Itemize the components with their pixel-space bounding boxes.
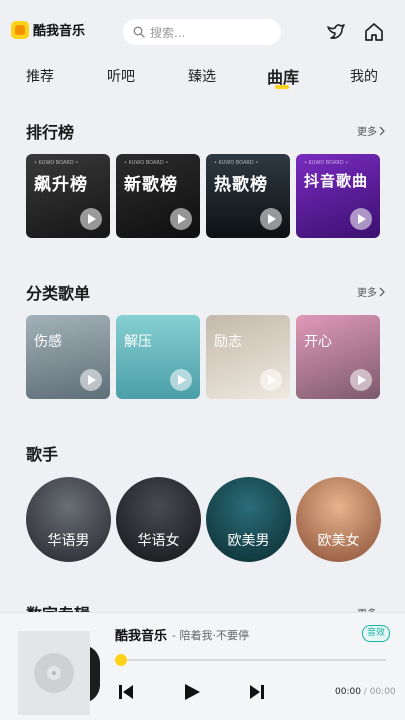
category-card-label: 伤感 [34,334,62,350]
card-brand: • KUWO BOARD • [124,160,169,166]
disc-placeholder-icon [34,653,74,693]
app-name: 酷我音乐 [33,24,86,39]
card-brand: • KUWO BOARD • [304,160,349,166]
singer-category-label: 华语男 [47,533,90,549]
categories-more-link[interactable]: 更多 [357,284,386,299]
card-brand: • KUWO BOARD • [34,160,79,166]
charts-more-link[interactable]: 更多 [357,123,386,138]
tab-recommend[interactable]: 推荐 [26,66,54,86]
chart-card-label: 抖音歌曲 [304,172,369,190]
search-placeholder: 搜索... [150,25,186,40]
home-icon[interactable] [363,21,385,43]
top-bar: 酷我音乐 搜索... [0,0,405,62]
chart-card-douyin[interactable]: • KUWO BOARD • 抖音歌曲 [296,154,380,238]
singer-category-western-female[interactable]: 欧美女 [296,477,381,562]
singer-category-label: 欧美男 [227,533,270,549]
categories-section-title: 分类歌单 [26,284,91,303]
mini-player: 酷我音乐 - 陪着我·不要停 音效 00:00 / 00:00 [0,612,405,720]
play-icon[interactable] [350,208,372,230]
charts-section-title: 排行榜 [26,123,75,142]
play-icon[interactable] [80,208,102,230]
app-logo[interactable]: 酷我音乐 [11,20,85,39]
play-icon[interactable] [170,208,192,230]
tab-listen[interactable]: 听吧 [107,66,135,86]
category-card-label: 励志 [214,334,242,350]
chart-card-label: 热歌榜 [214,175,268,195]
current-time: 00:00 [335,687,361,697]
category-card-happy[interactable]: 开心 [296,315,380,399]
kuwo-logo-icon [11,20,29,39]
progress-handle[interactable] [115,654,127,666]
more-label: 更多 [357,288,377,299]
play-icon[interactable] [170,369,192,391]
next-icon[interactable] [249,684,265,700]
album-cover[interactable] [18,631,90,715]
total-time: 00:00 [369,687,396,697]
progress-bar[interactable] [120,659,386,661]
chart-card-label: 飙升榜 [34,175,88,195]
play-icon[interactable] [260,369,282,391]
category-card-inspire[interactable]: 励志 [206,315,290,399]
chart-card-hot[interactable]: • KUWO BOARD • 热歌榜 [206,154,290,238]
chart-card-new[interactable]: • KUWO BOARD • 新歌榜 [116,154,200,238]
search-icon [133,26,145,38]
category-card-label: 解压 [124,334,152,350]
singers-section-title: 歌手 [26,445,59,464]
play-icon[interactable] [350,369,372,391]
category-card-label: 开心 [304,334,332,350]
play-icon[interactable] [260,208,282,230]
player-song-title: 酷我音乐 [115,629,168,644]
playback-time: 00:00 / 00:00 [335,687,396,697]
nav-tabs: 推荐 听吧 臻选 曲库 我的 [0,62,405,92]
bird-icon[interactable] [325,21,347,43]
previous-icon[interactable] [118,684,134,700]
active-tab-indicator [275,85,289,89]
category-card-sad[interactable]: 伤感 [26,315,110,399]
chart-card-rising[interactable]: • KUWO BOARD • 飙升榜 [26,154,110,238]
card-brand: • KUWO BOARD • [214,160,259,166]
more-label: 更多 [357,127,377,138]
play-icon[interactable] [80,369,102,391]
time-separator: / [360,687,370,697]
play-icon[interactable] [183,683,201,701]
chevron-right-icon [379,287,385,296]
singer-category-label: 华语女 [137,533,180,549]
singer-category-chinese-male[interactable]: 华语男 [26,477,111,562]
search-input[interactable]: 搜索... [123,19,281,45]
player-song-subtitle: - 陪着我·不要停 [172,629,249,642]
singer-category-western-male[interactable]: 欧美男 [206,477,291,562]
chart-card-label: 新歌榜 [124,175,178,195]
singer-category-label: 欧美女 [317,533,360,549]
sound-effect-button[interactable]: 音效 [362,625,390,642]
tab-mine[interactable]: 我的 [350,66,378,86]
singer-category-chinese-female[interactable]: 华语女 [116,477,201,562]
tab-selected[interactable]: 臻选 [188,66,216,86]
category-card-relax[interactable]: 解压 [116,315,200,399]
chevron-right-icon [379,126,385,135]
